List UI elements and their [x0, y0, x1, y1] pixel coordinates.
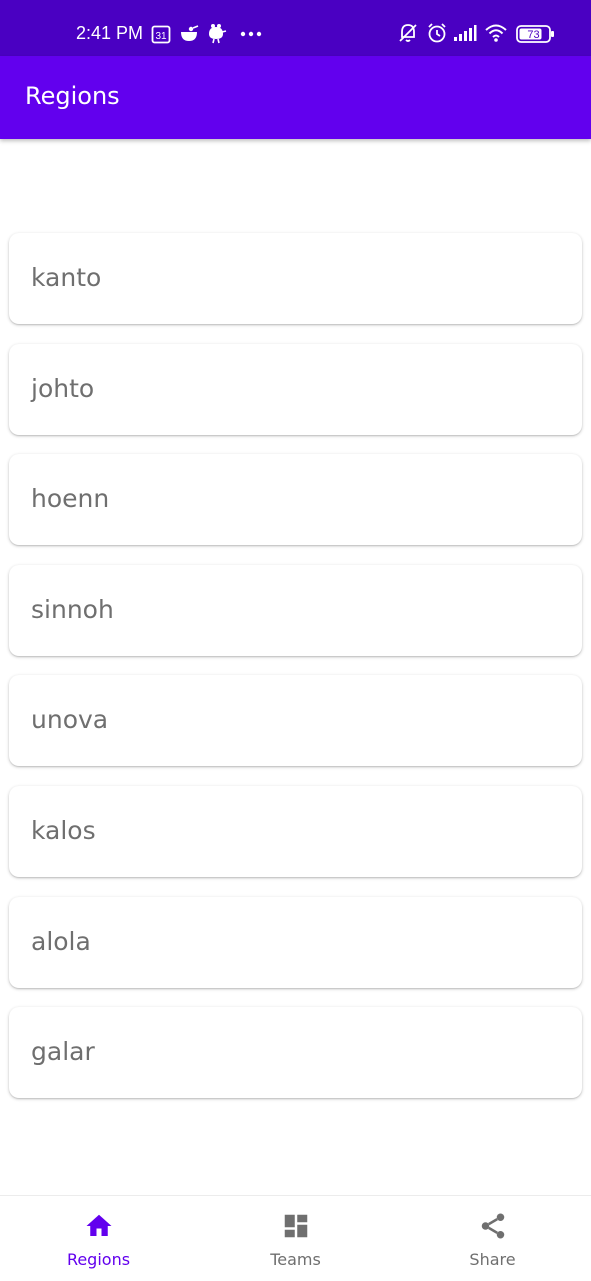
nav-label-regions: Regions — [66, 1250, 131, 1269]
app-bar: Regions — [0, 56, 591, 139]
home-icon — [86, 1214, 112, 1236]
calendar-day: 31 — [155, 31, 167, 42]
nav-item-share[interactable]: Share — [394, 1196, 591, 1281]
bottom-navigation: Regions Teams Share — [0, 1195, 591, 1280]
more-notifications-icon — [240, 31, 262, 37]
nav-item-regions[interactable]: Regions — [0, 1196, 197, 1281]
region-name: hoenn — [31, 484, 110, 514]
calendar-icon: 31 — [151, 25, 171, 44]
region-name: alola — [31, 926, 91, 956]
region-list: kanto johto hoenn sinnoh unova kalos alo… — [9, 233, 582, 1118]
dashboard-icon — [284, 1214, 308, 1238]
status-bar: 2:41 PM 31 73 — [0, 0, 591, 56]
nav-label-share: Share — [469, 1250, 516, 1269]
region-name: kanto — [31, 263, 102, 292]
nav-item-teams[interactable]: Teams — [197, 1196, 394, 1281]
page-title: Regions — [25, 82, 120, 110]
nav-label-teams: Teams — [270, 1250, 321, 1269]
notifications-off-icon — [399, 24, 417, 42]
battery-icon: 73 — [516, 25, 554, 43]
region-card-unova[interactable]: unova — [9, 675, 582, 767]
share-icon — [481, 1213, 505, 1239]
region-card-alola[interactable]: alola — [9, 896, 582, 988]
signal-icon — [454, 25, 477, 41]
region-card-kanto[interactable]: kanto — [9, 233, 582, 324]
wifi-icon — [485, 24, 507, 42]
alarm-icon — [428, 23, 446, 43]
battery-level: 73 — [527, 29, 539, 41]
region-name: unova — [31, 705, 109, 735]
region-card-kalos[interactable]: kalos — [9, 785, 582, 877]
kettle-icon — [181, 25, 199, 41]
bird-icon — [209, 24, 227, 44]
region-name: johto — [31, 373, 95, 403]
region-name: kalos — [31, 815, 96, 845]
region-card-galar[interactable]: galar — [9, 1007, 582, 1099]
region-card-sinnoh[interactable]: sinnoh — [9, 564, 582, 656]
region-card-hoenn[interactable]: hoenn — [9, 454, 582, 546]
region-name: galar — [31, 1037, 95, 1067]
region-name: sinnoh — [31, 594, 114, 624]
status-time: 2:41 PM — [76, 23, 144, 43]
region-card-johto[interactable]: johto — [9, 343, 582, 435]
